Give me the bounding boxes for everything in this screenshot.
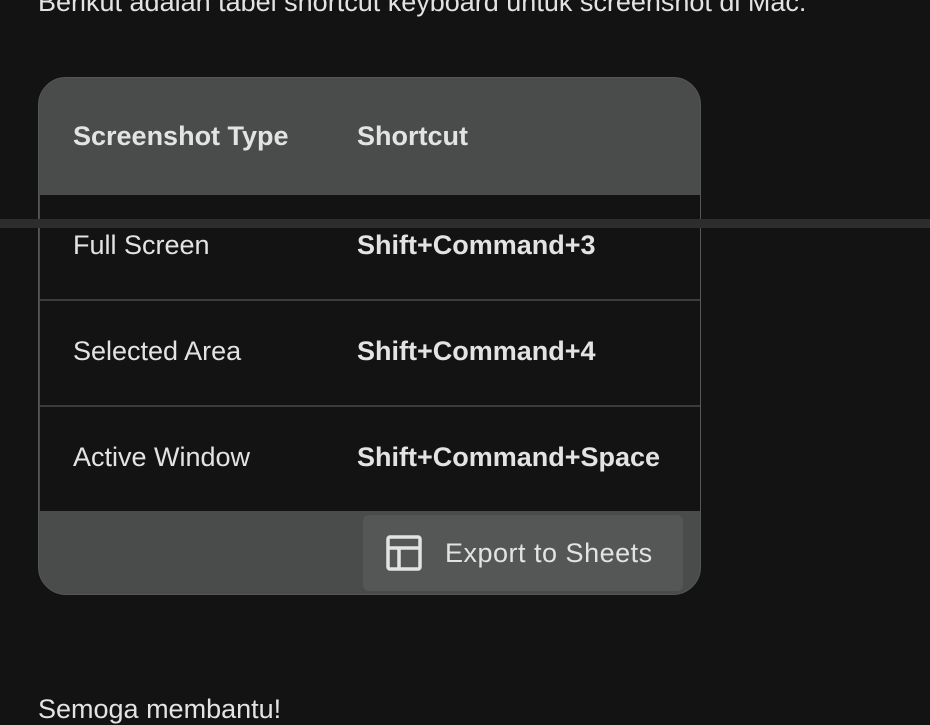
export-to-sheets-button[interactable]: Export to Sheets [363,515,683,591]
table-body: Full Screen Shift+Command+3 Selected Are… [40,195,700,511]
table-footer: Export to Sheets [39,511,700,594]
export-button-label: Export to Sheets [445,537,653,568]
screenshot-type-cell: Selected Area [73,336,242,366]
shortcut-cell: Shift+Command+3 [357,230,596,260]
screenshot-type-cell: Full Screen [73,230,210,260]
column-header-shortcut: Shortcut [357,121,468,151]
screenshot-type-cell: Active Window [73,442,251,472]
column-header-screenshot-type: Screenshot Type [73,121,289,151]
shortcut-table: Screenshot Type Shortcut Full Screen Shi… [38,77,701,595]
shortcut-cell: Shift+Command+Space [357,442,661,472]
table-row: Full Screen Shift+Command+3 [40,195,700,301]
table-row: Selected Area Shift+Command+4 [40,301,700,407]
horizontal-divider [0,219,930,228]
table-icon [385,534,423,572]
intro-text: Berikut adalah tabel shortcut keyboard u… [38,0,807,17]
shortcut-cell: Shift+Command+4 [357,336,596,366]
table-row: Active Window Shift+Command+Space [40,407,700,511]
outro-text: Semoga membantu! [38,694,282,724]
table-header-row: Screenshot Type Shortcut [39,78,700,195]
